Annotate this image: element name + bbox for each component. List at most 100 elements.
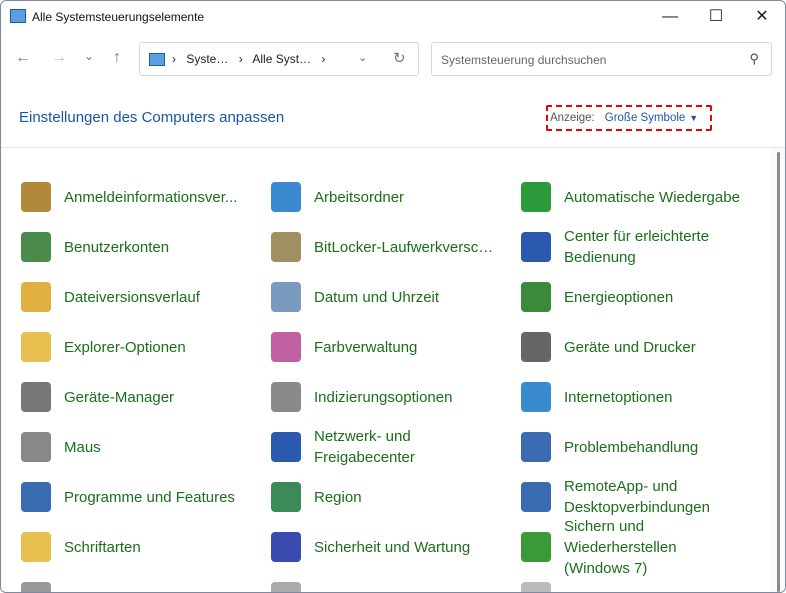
control-panel-item[interactable]: Energieoptionen (501, 272, 746, 322)
view-selector[interactable]: Anzeige: Große Symbole ▼ (546, 105, 712, 131)
item-icon (521, 482, 551, 512)
item-icon (21, 282, 51, 312)
control-panel-item[interactable]: Arbeitsordner (251, 172, 496, 222)
item-label: Region (314, 488, 362, 506)
item-icon (521, 332, 551, 362)
search-icon[interactable]: ⚲ (749, 51, 759, 67)
item-icon (271, 432, 301, 462)
control-panel-item[interactable]: Programme und Features (1, 472, 246, 522)
item-label: Programme und Features (64, 488, 235, 506)
control-panel-item[interactable]: Problembehandlung (501, 422, 746, 472)
item-icon (21, 532, 51, 562)
item-icon (271, 182, 301, 212)
breadcrumb-separator: › (172, 52, 176, 66)
control-panel-item[interactable]: Geräte und Drucker (501, 322, 746, 372)
control-panel-icon (10, 9, 26, 23)
breadcrumb-systemsteuerung[interactable]: Syste… (186, 52, 228, 66)
item-icon (21, 382, 51, 412)
control-panel-item[interactable]: Sicherheit und Wartung (251, 522, 496, 572)
item-icon (21, 182, 51, 212)
control-panel-item[interactable]: Indizierungsoptionen (251, 372, 496, 422)
control-panel-item[interactable]: Explorer-Optionen (1, 322, 246, 372)
vertical-scrollbar[interactable] (771, 148, 785, 592)
control-panel-item[interactable]: Maus (1, 422, 246, 472)
control-panel-item[interactable] (501, 572, 746, 592)
back-button[interactable]: ← (13, 49, 33, 67)
item-icon (21, 332, 51, 362)
search-input[interactable]: Systemsteuerung durchsuchen ⚲ (431, 42, 772, 76)
item-icon (521, 582, 551, 592)
control-panel-item[interactable]: RemoteApp- und Desktopverbindungen (501, 472, 746, 522)
item-label: Center für erleichterte Bedienung (564, 228, 710, 266)
item-label: Problembehandlung (564, 438, 699, 456)
scrollbar-thumb[interactable] (777, 152, 780, 592)
control-panel-item[interactable]: Sichern und Wiederherstellen (Windows 7) (501, 518, 746, 577)
item-label: Arbeitsordner (314, 188, 405, 206)
control-panel-item[interactable]: BitLocker-Laufwerkversch... (251, 222, 496, 272)
maximize-button[interactable]: ☐ (693, 5, 739, 29)
window-title: Alle Systemsteuerungselemente (32, 10, 205, 24)
control-panel-item[interactable]: Benutzerkonten (1, 222, 246, 272)
item-label: Automatische Wiedergabe (564, 188, 740, 206)
control-panel-item[interactable] (1, 572, 246, 592)
item-icon (521, 532, 551, 562)
control-panel-item[interactable]: Netzwerk- und Freigabecenter (251, 422, 496, 472)
address-bar[interactable]: › Syste… › Alle Syst… › ⌄ ↻ (139, 42, 419, 76)
item-label: Energieoptionen (564, 288, 674, 306)
breadcrumb-alle-systemsteuerungselemente[interactable]: Alle Syst… (252, 52, 311, 66)
control-panel-item[interactable]: Anmeldeinformationsver... (1, 172, 246, 222)
minimize-button[interactable]: — (647, 5, 693, 29)
control-panel-item[interactable]: Geräte-Manager (1, 372, 246, 422)
search-placeholder: Systemsteuerung durchsuchen (441, 53, 607, 67)
item-icon (521, 432, 551, 462)
breadcrumb-separator[interactable]: › (239, 52, 243, 66)
item-label: Geräte-Manager (64, 388, 175, 406)
control-panel-item[interactable]: Farbverwaltung (251, 322, 496, 372)
item-icon (271, 482, 301, 512)
item-label: RemoteApp- und Desktopverbindungen (564, 478, 710, 516)
page-title: Einstellungen des Computers anpassen (19, 109, 285, 126)
control-panel-item[interactable]: Internetoptionen (501, 372, 746, 422)
item-label: Netzwerk- und Freigabecenter (314, 428, 415, 466)
recent-locations-button[interactable]: ⌄ (79, 49, 99, 63)
item-icon (271, 582, 301, 592)
address-dropdown-icon[interactable]: ⌄ (358, 51, 367, 64)
item-icon (271, 282, 301, 312)
control-panel-item[interactable]: Datum und Uhrzeit (251, 272, 496, 322)
close-button[interactable]: ✕ (739, 5, 785, 29)
forward-button[interactable]: → (49, 49, 69, 67)
control-panel-item[interactable]: Automatische Wiedergabe (501, 172, 746, 222)
refresh-icon[interactable]: ↻ (393, 49, 406, 67)
control-panel-item[interactable] (251, 572, 496, 592)
control-panel-item[interactable]: Schriftarten (1, 522, 246, 572)
control-panel-item[interactable]: Region (251, 472, 496, 522)
item-icon (521, 232, 551, 262)
control-panel-item[interactable]: Dateiversionsverlauf (1, 272, 246, 322)
item-label: Dateiversionsverlauf (64, 288, 200, 306)
item-icon (21, 432, 51, 462)
item-label: Anmeldeinformationsver... (64, 188, 238, 206)
control-panel-icon (149, 53, 165, 66)
up-button[interactable]: ↑ (107, 49, 127, 67)
item-icon (21, 482, 51, 512)
view-label: Anzeige: (550, 112, 595, 124)
item-icon (271, 332, 301, 362)
control-panel-window: Alle Systemsteuerungselemente — ☐ ✕ ← → … (0, 0, 786, 593)
item-icon (21, 232, 51, 262)
chevron-down-icon[interactable]: ▼ (689, 113, 698, 123)
item-label: Benutzerkonten (64, 238, 170, 256)
item-icon (521, 382, 551, 412)
breadcrumb-separator[interactable]: › (321, 52, 325, 66)
item-label: Maus (64, 438, 101, 456)
item-label: Farbverwaltung (314, 338, 418, 356)
item-icon (21, 582, 51, 592)
item-label: Schriftarten (64, 538, 141, 556)
view-value[interactable]: Große Symbole (605, 112, 686, 124)
items-grid: Anmeldeinformationsver... Arbeitsordner Au… (1, 148, 771, 592)
item-icon (521, 182, 551, 212)
control-panel-item[interactable]: Center für erleichterte Bedienung (501, 222, 746, 272)
item-label: BitLocker-Laufwerkversch... (314, 238, 496, 256)
item-label: Internetoptionen (564, 388, 673, 406)
item-icon (271, 532, 301, 562)
item-label: Explorer-Optionen (64, 338, 186, 356)
